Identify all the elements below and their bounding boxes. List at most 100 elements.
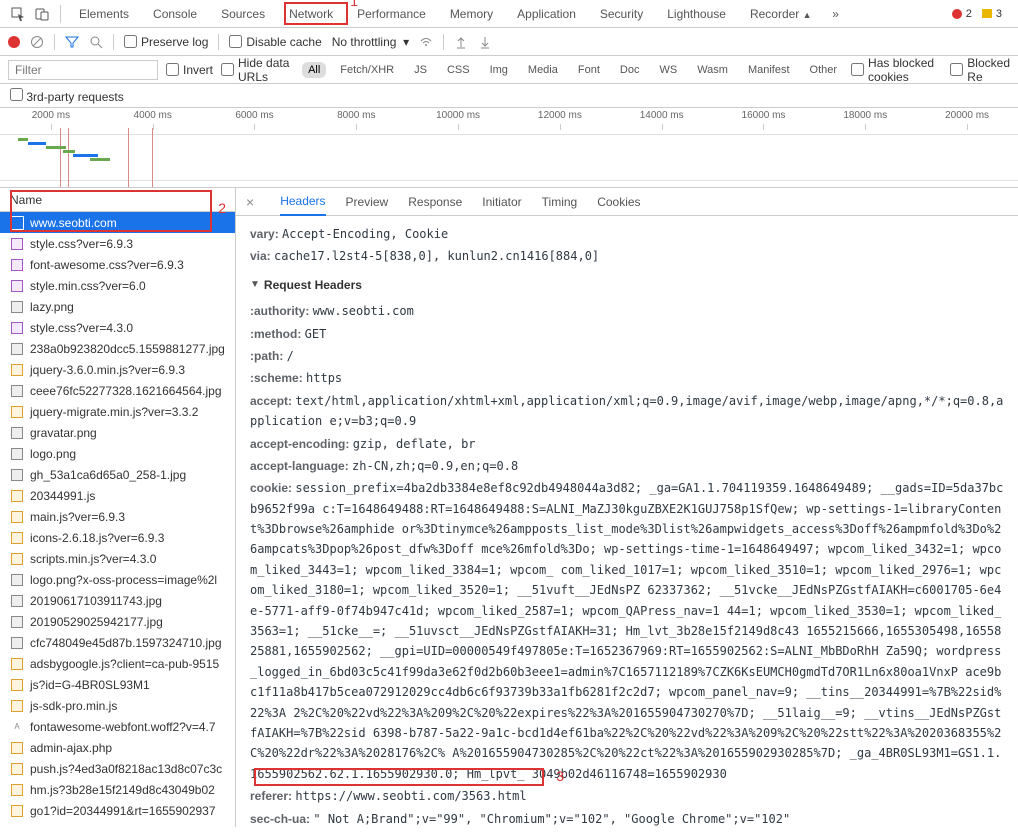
filter-input[interactable] [8,60,158,80]
request-row[interactable]: adsbygoogle.js?client=ca-pub-9515 [0,653,235,674]
type-other[interactable]: Other [804,62,844,78]
inspect-element-icon[interactable] [6,2,30,26]
throttling-select[interactable]: No throttling ▾ [332,35,409,49]
file-type-icon [10,468,24,482]
file-type-icon [10,363,24,377]
tab-console[interactable]: Console [141,1,209,27]
main-area: Name www.seobti.comstyle.css?ver=6.9.3fo… [0,188,1018,827]
file-type-icon [10,741,24,755]
request-name: icons-2.6.18.js?ver=6.9.3 [30,531,164,545]
request-row[interactable]: lazy.png [0,296,235,317]
request-name: js?id=G-4BR0SL93M1 [30,678,150,692]
request-row[interactable]: jquery-3.6.0.min.js?ver=6.9.3 [0,359,235,380]
timeline-tick: 2000 ms [0,110,102,121]
type-media[interactable]: Media [522,62,564,78]
name-column-header[interactable]: Name [0,188,235,212]
header-authority: :authority: www.seobti.com [250,301,1004,321]
search-icon[interactable] [89,35,103,49]
request-row[interactable]: scripts.min.js?ver=4.3.0 [0,548,235,569]
download-icon[interactable] [478,35,492,49]
invert-checkbox[interactable]: Invert [166,63,213,77]
request-row[interactable]: 20190529025942177.jpg [0,611,235,632]
warning-count-badge[interactable]: 3 [982,8,1002,20]
request-row[interactable]: gh_53a1ca6d65a0_258-1.jpg [0,464,235,485]
request-row[interactable]: style.min.css?ver=6.0 [0,275,235,296]
request-name: scripts.min.js?ver=4.3.0 [30,552,156,566]
tab-cookies[interactable]: Cookies [597,189,640,215]
blocked-requests-checkbox[interactable]: Blocked Re [950,56,1010,84]
filter-icon[interactable] [65,35,79,49]
request-row[interactable]: ceee76fc52277328.1621664564.jpg [0,380,235,401]
type-doc[interactable]: Doc [614,62,646,78]
request-name: js-sdk-pro.min.js [30,699,117,713]
request-row[interactable]: style.css?ver=4.3.0 [0,317,235,338]
error-count-badge[interactable]: 2 [952,8,972,20]
request-row[interactable]: go1?id=20344991&rt=1655902937 [0,800,235,821]
close-detail-icon[interactable]: × [246,194,254,210]
request-row[interactable]: main.js?ver=6.9.3 [0,506,235,527]
wifi-icon[interactable] [419,35,433,49]
request-row[interactable]: 20190617103911743.jpg [0,590,235,611]
file-type-icon [10,216,24,230]
request-row[interactable]: logo.png?x-oss-process=image%2l [0,569,235,590]
tab-network[interactable]: Network [277,1,345,27]
type-manifest[interactable]: Manifest [742,62,796,78]
hide-data-urls-checkbox[interactable]: Hide data URLs [221,56,294,84]
tab-sources[interactable]: Sources [209,1,277,27]
request-row[interactable]: jquery-migrate.min.js?ver=3.3.2 [0,401,235,422]
request-row[interactable]: push.js?4ed3a0f8218ac13d8c07c3c [0,758,235,779]
device-toggle-icon[interactable] [30,2,54,26]
tab-lighthouse[interactable]: Lighthouse [655,1,738,27]
type-fetch-xhr[interactable]: Fetch/XHR [334,62,400,78]
tab-performance[interactable]: Performance [345,1,438,27]
request-row[interactable]: icons-2.6.18.js?ver=6.9.3 [0,527,235,548]
request-row[interactable]: 238a0b923820dcc5.1559881277.jpg [0,338,235,359]
upload-icon[interactable] [454,35,468,49]
request-row[interactable]: logo.png [0,443,235,464]
tab-response[interactable]: Response [408,189,462,215]
disable-cache-checkbox[interactable]: Disable cache [229,35,321,49]
request-name: style.min.css?ver=6.0 [30,279,146,293]
file-type-icon [10,237,24,251]
request-row[interactable]: fontawesome-webfont.woff2?v=4.7 [0,716,235,737]
request-row[interactable]: www.seobti.com [0,212,235,233]
request-name: jquery-3.6.0.min.js?ver=6.9.3 [30,363,185,377]
file-type-icon [10,762,24,776]
request-row[interactable]: js?id=G-4BR0SL93M1 [0,674,235,695]
clear-icon[interactable] [30,35,44,49]
tab-application[interactable]: Application [505,1,588,27]
request-row[interactable]: style.css?ver=6.9.3 [0,233,235,254]
header-method: :method: GET [250,324,1004,344]
type-img[interactable]: Img [484,62,514,78]
tab-preview[interactable]: Preview [346,189,389,215]
request-row[interactable]: hm.js?3b28e15f2149d8c43049b02 [0,779,235,800]
tab-headers[interactable]: Headers [280,188,325,216]
type-wasm[interactable]: Wasm [691,62,734,78]
tab-initiator[interactable]: Initiator [482,189,521,215]
tab-recorder[interactable]: Recorder ▲ [738,1,824,27]
request-name: lazy.png [30,300,74,314]
has-blocked-cookies-checkbox[interactable]: Has blocked cookies [851,56,942,84]
type-ws[interactable]: WS [653,62,683,78]
tab-memory[interactable]: Memory [438,1,505,27]
request-row[interactable]: gravatar.png [0,422,235,443]
request-row[interactable]: cfc748049e45d87b.1597324710.jpg [0,632,235,653]
request-row[interactable]: js-sdk-pro.min.js [0,695,235,716]
preserve-log-checkbox[interactable]: Preserve log [124,35,208,49]
timeline-tick: 20000 ms [916,110,1018,121]
request-row[interactable]: 20344991.js [0,485,235,506]
waterfall-overview[interactable]: 2000 ms4000 ms6000 ms8000 ms10000 ms1200… [0,108,1018,188]
type-all[interactable]: All [302,62,326,78]
type-js[interactable]: JS [408,62,433,78]
type-css[interactable]: CSS [441,62,476,78]
request-headers-section[interactable]: ▼Request Headers [250,275,1004,295]
more-tabs-icon[interactable]: » [824,2,848,26]
tab-timing[interactable]: Timing [542,189,578,215]
tab-elements[interactable]: Elements [67,1,141,27]
third-party-checkbox[interactable]: 3rd-party requests [10,88,124,104]
tab-security[interactable]: Security [588,1,655,27]
type-font[interactable]: Font [572,62,606,78]
request-row[interactable]: admin-ajax.php [0,737,235,758]
request-row[interactable]: font-awesome.css?ver=6.9.3 [0,254,235,275]
record-button[interactable] [8,36,20,48]
